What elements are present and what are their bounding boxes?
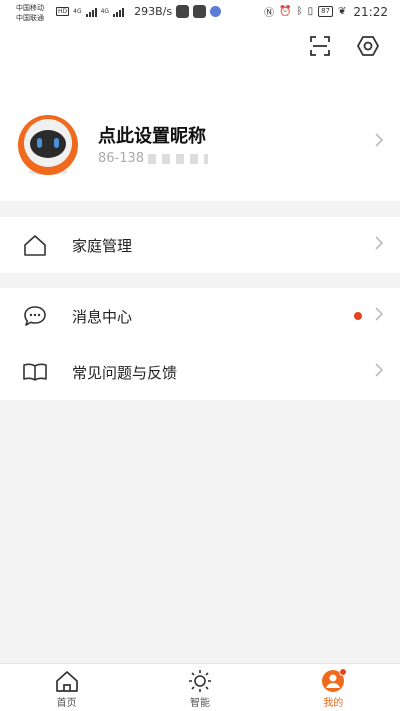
sun-icon [188, 670, 211, 692]
menu-item-home-management[interactable]: 家庭管理 [0, 217, 400, 273]
carrier-labels: 中国移动 中国联通 [16, 3, 44, 23]
tab-label-smart: 智能 [189, 698, 210, 709]
signal-icon-2 [113, 7, 125, 17]
menu-label-messages: 消息中心 [72, 307, 133, 326]
net-type-1: 4G [73, 8, 82, 15]
menu-group-home: 家庭管理 [0, 217, 400, 273]
leaf-icon: ❦ [338, 6, 347, 17]
signal-icon [85, 7, 97, 17]
carrier-2: 中国联通 [16, 14, 44, 22]
tab-home[interactable]: 首页 [0, 664, 133, 711]
menu-label-faq: 常见问题与反馈 [72, 363, 178, 382]
robot-avatar-icon [18, 115, 78, 175]
alarm-icon: ⏰ [279, 6, 292, 17]
menu-label-home-management: 家庭管理 [72, 236, 133, 255]
settings-button[interactable] [356, 34, 380, 58]
status-left-group: HD 4G 4G 293B/s [56, 5, 222, 18]
network-speed: 293B/s [134, 5, 173, 18]
tab-label-mine: 我的 [323, 698, 344, 709]
avatar[interactable] [16, 114, 80, 178]
phone-number: 86-138 [98, 151, 209, 166]
carrier-1: 中国移动 [16, 4, 44, 12]
tab-mine[interactable]: 我的 [267, 664, 400, 711]
chevron-right-icon [374, 306, 384, 326]
notification-badge [338, 668, 347, 676]
menu-group-support: 消息中心 常见问题与反馈 [0, 288, 400, 400]
app-notification-icon [176, 5, 190, 18]
book-icon [23, 363, 47, 381]
phone-prefix: 86-138 [98, 151, 145, 166]
scan-button[interactable] [308, 34, 332, 58]
chevron-right-icon [374, 235, 384, 255]
profile-header: 点此设置昵称 86-138 [0, 26, 400, 201]
nfc-icon: Ⓝ [264, 8, 275, 19]
home-icon [55, 671, 78, 692]
chevron-right-icon [374, 362, 384, 382]
scan-icon [310, 36, 330, 56]
tab-smart[interactable]: 智能 [133, 664, 266, 711]
net-type-2: 4G [100, 8, 110, 15]
app-notification-icon-3 [210, 6, 222, 17]
clock: 21:22 [353, 4, 388, 19]
vibrate-icon: ▯ [307, 6, 314, 17]
tab-label-home: 首页 [56, 698, 77, 709]
battery-icon: 87 [318, 6, 334, 17]
status-right-group: Ⓝ ⏰ ᛒ ▯ 87 ❦ 21:22 [264, 4, 388, 20]
bluetooth-icon: ᛒ [296, 6, 303, 17]
unread-dot [354, 312, 362, 320]
message-bubble-icon [24, 306, 46, 326]
bottom-navigation: 首页 智能 我的 [0, 663, 400, 711]
app-notification-icon-2 [193, 5, 207, 18]
hd-badge: HD [56, 7, 70, 16]
profile-chevron-icon[interactable] [374, 132, 384, 152]
nickname-label[interactable]: 点此设置昵称 [98, 122, 206, 148]
status-bar: 中国移动 中国联通 HD 4G 4G 293B/s Ⓝ ⏰ ᛒ ▯ 87 ❦ 2… [0, 0, 400, 26]
menu-item-faq[interactable]: 常见问题与反馈 [0, 344, 400, 400]
menu-item-messages[interactable]: 消息中心 [0, 288, 400, 344]
settings-icon [356, 36, 380, 56]
house-icon [24, 235, 46, 256]
phone-masked [148, 153, 209, 164]
